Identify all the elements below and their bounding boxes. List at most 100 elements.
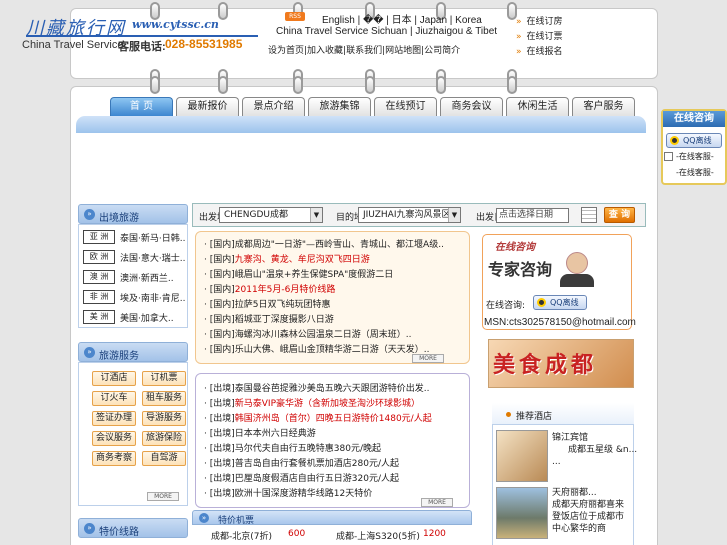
list-item[interactable]: [国内]海螺沟冰川森林公园温泉二日游（周末班）.. — [204, 327, 412, 341]
sidebar-section-outbound: » 出境旅游 — [78, 204, 188, 224]
news-link[interactable]: 普吉岛自由行套餐机票加酒店280元/人起 — [235, 459, 399, 469]
tab-latest-prices[interactable]: 最新报价 — [176, 97, 239, 116]
list-item[interactable]: [国内]乐山大佛、峨眉山金顶精华游二日游（天天发）.. — [204, 342, 430, 356]
news-link[interactable]: 欧洲十国深度游精华线路12天特价 — [235, 489, 372, 499]
continent-oceania-button[interactable]: 澳 洲 — [83, 270, 115, 284]
service-button-car[interactable]: 租车服务 — [142, 391, 186, 406]
to-select[interactable]: JIUZHAI九寨沟风景区 ▼ — [358, 207, 461, 223]
tab-home[interactable]: 首 页 — [110, 97, 173, 116]
tab-leisure[interactable]: 休闲生活 — [506, 97, 569, 116]
quick-link-signup[interactable]: 在线报名 — [516, 44, 563, 59]
list-item[interactable]: [国内]成都周边"一日游"—西岭雪山、青城山、都江堰A级.. — [204, 237, 444, 251]
sidebar-section-services: » 旅游服务 — [78, 342, 188, 362]
continent-text[interactable]: 法国·意大·瑞士.. — [120, 251, 185, 264]
service-button-business[interactable]: 商务考察 — [92, 451, 136, 466]
table-cell[interactable]: 成都-上海S320(5折) — [336, 529, 420, 542]
service-button-flight[interactable]: 订机票 — [142, 371, 186, 386]
list-item[interactable]: [出境]巴厘岛度假酒店自由行五日游320元/人起 — [204, 471, 399, 485]
list-item[interactable]: [出境]韩国济州岛（首尔）四晚五日游特价1480元/人起 — [204, 411, 432, 425]
list-item[interactable]: [出境]欧洲十国深度游精华线路12天特价 — [204, 486, 372, 500]
from-select[interactable]: CHENGDU成都 ▼ — [219, 207, 323, 223]
news-link[interactable]: 韩国济州岛（首尔）四晚五日游特价1480元/人起 — [235, 414, 432, 424]
header-utility-links[interactable]: 设为首页|加入收藏|联系我们|网站地图|公司简介 — [268, 43, 460, 56]
tab-business-meetings[interactable]: 商务会议 — [440, 97, 503, 116]
continent-text[interactable]: 泰国·新马·日韩.. — [120, 231, 185, 244]
news-link[interactable]: 巴厘岛度假酒店自由行五日游320元/人起 — [235, 474, 399, 484]
hotel-box-title: 推荐酒店 — [516, 412, 553, 422]
news-link[interactable]: 马尔代夫自由行五晚特惠380元/晚起 — [235, 444, 381, 454]
service-button-train[interactable]: 订火车 — [92, 391, 136, 406]
service-button-insurance[interactable]: 旅游保险 — [142, 431, 186, 446]
news-link[interactable]: 拉萨5日双飞纯玩团特惠 — [235, 300, 331, 310]
service-button-hotel[interactable]: 订酒店 — [92, 371, 136, 386]
list-item[interactable]: 澳 洲 澳洲·新西兰.. — [83, 269, 174, 285]
list-item[interactable]: 亚 洲 泰国·新马·日韩.. — [83, 229, 185, 245]
checkbox[interactable] — [664, 152, 673, 161]
news-link[interactable]: 泰国曼谷芭提雅沙美岛五晚六天跟团游特价出发.. — [235, 384, 430, 394]
list-item[interactable]: [出境]泰国曼谷芭提雅沙美岛五晚六天跟团游特价出发.. — [204, 381, 430, 395]
tab-travel-gallery[interactable]: 旅游集锦 — [308, 97, 371, 116]
news-link[interactable]: 乐山大佛、峨眉山金顶精华游二日游（天天发）.. — [235, 345, 430, 355]
news-link[interactable]: 海螺沟冰川森林公园温泉二日游（周末班）.. — [235, 330, 412, 340]
continent-text[interactable]: 澳洲·新西兰.. — [120, 271, 174, 284]
list-item[interactable]: [出境]普吉岛自由行套餐机票加酒店280元/人起 — [204, 456, 399, 470]
service-button-meeting[interactable]: 会议服务 — [92, 431, 136, 446]
service-button-selfdrive[interactable]: 自驾游 — [142, 451, 186, 466]
list-item[interactable]: [国内]九寨沟、黄龙、牟尼沟双飞四日游 — [204, 252, 370, 266]
service-button-visa[interactable]: 签证办理 — [92, 411, 136, 426]
news-link[interactable]: 峨眉山"温泉+养生保健SPA"度假游二日 — [235, 270, 394, 280]
calendar-icon[interactable] — [581, 207, 597, 223]
logo-url[interactable]: www.cytssc.cn — [132, 18, 219, 31]
list-item[interactable]: 欧 洲 法国·意大·瑞士.. — [83, 249, 185, 265]
qq-button[interactable]: QQ离线 — [533, 295, 587, 310]
floating-consult-item[interactable]: -在线客服- — [676, 167, 714, 178]
language-links[interactable]: English | �� | 日本 | Japan | Korea — [322, 11, 482, 26]
list-item[interactable]: [出境]新马泰VIP豪华游（含新加坡圣淘沙环球影城） — [204, 396, 420, 410]
list-item[interactable]: [国内]2011年5月-6月特价线路 — [204, 282, 335, 296]
continent-text[interactable]: 埃及·南非·肯尼.. — [120, 291, 185, 304]
service-button-guide[interactable]: 导游服务 — [142, 411, 186, 426]
chevron-down-icon[interactable]: ▼ — [310, 208, 322, 222]
floating-consult-item[interactable]: -在线客服- — [676, 151, 714, 162]
hotel-name[interactable]: 天府丽都... — [552, 487, 597, 499]
food-banner-text[interactable]: 美食成都 — [493, 347, 597, 379]
hotel-image[interactable] — [496, 487, 548, 539]
floating-qq-button[interactable]: QQ离线 — [666, 133, 722, 148]
news-link[interactable]: 稻城亚丁深度摄影八日游 — [235, 315, 334, 325]
list-item[interactable]: [出境]日本本州六日经典游 — [204, 426, 316, 440]
date-input[interactable]: 点击选择日期 — [496, 208, 569, 223]
tab-customer-service[interactable]: 客户服务 — [572, 97, 635, 116]
news-link[interactable]: 九寨沟、黄龙、牟尼沟双飞四日游 — [235, 255, 370, 265]
list-item[interactable]: 美 洲 美国·加拿大.. — [83, 309, 174, 325]
news-link[interactable]: 新马泰VIP豪华游（含新加坡圣淘沙环球影城） — [235, 399, 420, 409]
expert-consult-image[interactable]: 专家咨询 — [486, 252, 596, 287]
continent-text[interactable]: 美国·加拿大.. — [120, 311, 174, 324]
rss-icon[interactable]: RSS — [285, 12, 305, 21]
more-button[interactable]: MORE — [147, 492, 179, 501]
list-item[interactable]: [国内]峨眉山"温泉+养生保健SPA"度假游二日 — [204, 267, 393, 281]
continent-asia-button[interactable]: 亚 洲 — [83, 230, 115, 244]
news-link[interactable]: 日本本州六日经典游 — [235, 429, 316, 439]
list-item[interactable]: [国内]稻城亚丁深度摄影八日游 — [204, 312, 334, 326]
continent-europe-button[interactable]: 欧 洲 — [83, 250, 115, 264]
news-link[interactable]: 成都周边"一日游"—西岭雪山、青城山、都江堰A级.. — [235, 240, 444, 250]
hotel-image[interactable] — [496, 430, 548, 482]
more-button[interactable]: MORE — [412, 354, 444, 363]
msn-contact[interactable]: MSN:cts302578150@hotmail.com — [484, 317, 636, 328]
chevron-down-icon[interactable]: ▼ — [448, 208, 460, 222]
tab-online-booking[interactable]: 在线预订 — [374, 97, 437, 116]
quick-link-hotel[interactable]: 在线订房 — [516, 14, 563, 29]
continent-africa-button[interactable]: 非 洲 — [83, 290, 115, 304]
list-item[interactable]: 非 洲 埃及·南非·肯尼.. — [83, 289, 185, 305]
table-cell[interactable]: 成都-北京(7折) — [211, 529, 272, 542]
more-button[interactable]: MORE — [421, 498, 453, 507]
tab-attractions[interactable]: 景点介绍 — [242, 97, 305, 116]
list-item[interactable]: [出境]马尔代夫自由行五晚特惠380元/晚起 — [204, 441, 381, 455]
news-tag: [国内] — [204, 330, 235, 340]
hotel-name[interactable]: 锦江宾馆 — [552, 432, 588, 444]
news-link[interactable]: 2011年5月-6月特价线路 — [235, 285, 336, 295]
list-item[interactable]: [国内]拉萨5日双飞纯玩团特惠 — [204, 297, 331, 311]
continent-america-button[interactable]: 美 洲 — [83, 310, 115, 324]
quick-link-ticket[interactable]: 在线订票 — [516, 29, 563, 44]
search-button[interactable]: 查 询 — [604, 207, 635, 223]
